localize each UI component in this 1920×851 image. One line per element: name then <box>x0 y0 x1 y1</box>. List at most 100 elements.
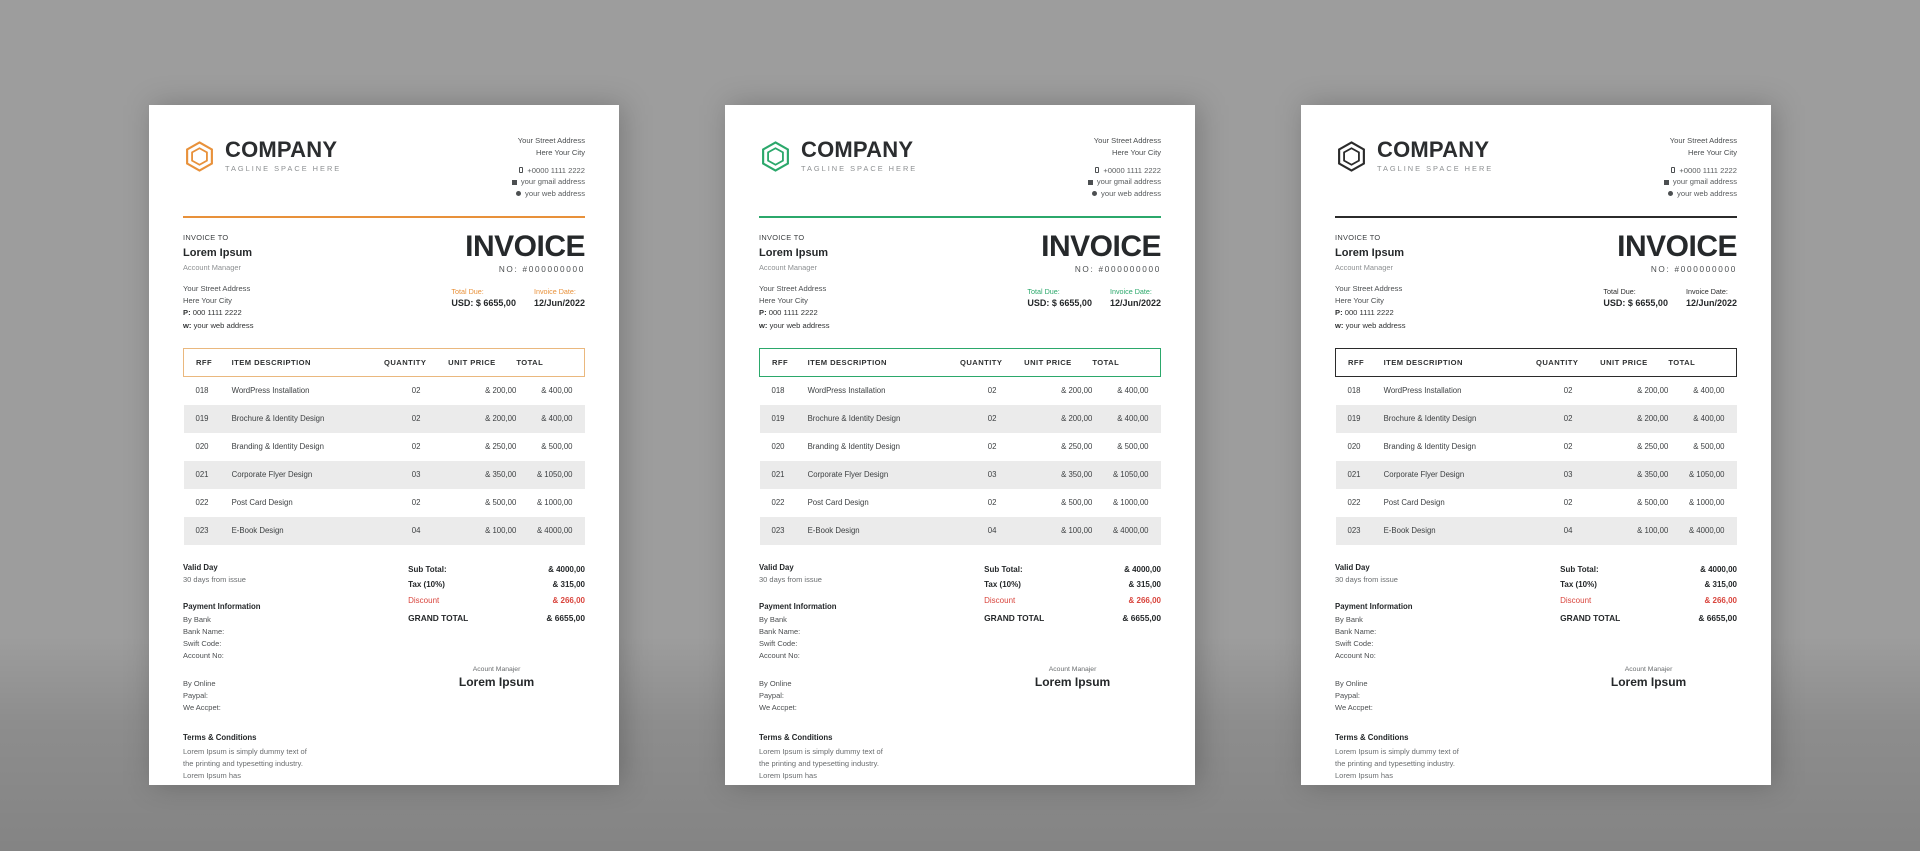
bill-to-address-line1: Your Street Address <box>183 284 251 294</box>
bill-to-address-line2: Here Your City <box>759 296 808 306</box>
cell-description: Post Card Design <box>231 498 293 508</box>
cell-quantity: 02 <box>1563 498 1573 508</box>
cell-unit-price: & 500,00 <box>1637 498 1669 508</box>
bill-to-phone-value: 000 1111 2222 <box>1344 308 1394 318</box>
table-row: 018 WordPress Installation 02 & 200,00 & 400… <box>760 376 1161 405</box>
invoice-date-label: Invoice Date: <box>533 286 576 296</box>
bill-to-web: w: your web address <box>759 320 830 332</box>
cell-total: & 400,00 <box>1693 386 1725 396</box>
cell-description: WordPress Installation <box>231 386 310 396</box>
globe-icon <box>1092 191 1098 197</box>
company-contact-list: +0000 1111 2222 your gmail address your … <box>1663 165 1737 200</box>
bill-to-client-name: Lorem Ipsum <box>759 246 829 259</box>
bill-to-client-role: Account Manager <box>183 263 241 273</box>
invoice-date-value: 12/Jun/2022 <box>1685 297 1737 308</box>
col-description: ITEM DESCRIPTION <box>231 348 384 377</box>
contact-website-value: your web address <box>525 189 585 199</box>
cell-ref: 018 <box>1347 386 1361 396</box>
cell-ref: 020 <box>1347 442 1361 452</box>
col-ref: RFF <box>759 348 808 377</box>
table-row: 019 Brochure & Identity Design 02 & 200,00 &… <box>759 404 1161 433</box>
col-ref: RFF <box>1335 348 1384 377</box>
contact-email: your gmail address <box>511 176 585 188</box>
grand-total-value: & 6655,00 <box>1698 612 1737 623</box>
table-row: 021 Corporate Flyer Design 03 & 350,00 & 105… <box>1335 460 1737 489</box>
company-address-line2: Here Your City <box>1112 147 1161 157</box>
company-contact-list: +0000 1111 2222 your gmail address your … <box>1087 165 1161 200</box>
invoice-date-cell: Invoice Date: 12/Jun/2022 <box>1110 287 1161 308</box>
company-contact-block: Your Street Address Here Your City +0000… <box>1087 133 1161 200</box>
table-row: 020 Branding & Identity Design 02 & 250,00 &… <box>184 433 585 461</box>
valid-day-heading: Valid Day <box>1335 562 1370 572</box>
cell-description: WordPress Installation <box>1383 386 1462 396</box>
terms-heading: Terms & Conditions <box>183 733 257 743</box>
cell-description: WordPress Installation <box>807 386 886 396</box>
summary-discount: Discount & 266,00 <box>408 592 585 607</box>
discount-label: Discount <box>1560 595 1592 605</box>
col-description: ITEM DESCRIPTION <box>1383 348 1536 377</box>
cell-quantity: 02 <box>411 442 421 452</box>
contact-website-value: your web address <box>1677 189 1737 199</box>
company-contact-list: +0000 1111 2222 your gmail address your … <box>511 165 585 200</box>
signature-block: Acount Manajer Lorem Ipsum <box>408 666 585 689</box>
bill-to-address: Your Street Address Here Your City <box>1335 283 1406 307</box>
signature-block: Acount Manajer Lorem Ipsum <box>984 666 1161 689</box>
cell-description: Brochure & Identity Design <box>1383 404 1536 433</box>
page-title: INVOICE <box>1041 229 1161 263</box>
bill-to-phone-label: P: <box>1335 308 1343 318</box>
cell-description: Post Card Design <box>1383 498 1445 508</box>
mail-icon <box>1087 179 1093 185</box>
invoice-sheet-dark: COMPANY TAGLINE SPACE HERE Your Street A… <box>1301 105 1771 785</box>
cell-quantity: 03 <box>960 460 1025 489</box>
contact-phone-value: +0000 1111 2222 <box>1103 165 1161 175</box>
cell-unit-price: & 250,00 <box>1637 442 1669 452</box>
total-due-label: Total Due: <box>451 286 484 296</box>
invoice-header: COMPANY TAGLINE SPACE HERE Your Street A… <box>1335 133 1737 200</box>
cell-total: & 1000,00 <box>1112 498 1149 508</box>
summary-column: Sub Total: & 4000,00 Tax (10%) & 315,00 … <box>984 562 1161 714</box>
brand-tagline: TAGLINE SPACE HERE <box>225 164 342 173</box>
subtotal-value: & 4000,00 <box>1124 564 1161 574</box>
tax-value: & 315,00 <box>1704 580 1737 590</box>
summary-discount: Discount & 266,00 <box>984 592 1161 607</box>
valid-day-text: 30 days from issue <box>1335 575 1398 585</box>
table-row: 020 Branding & Identity Design 02 & 250,00 &… <box>760 433 1161 461</box>
signature-caption: Acount Manajer <box>1048 666 1097 674</box>
cell-description: E-Book Design <box>231 516 384 545</box>
cell-ref: 023 <box>1335 516 1384 545</box>
bill-to-address-line1: Your Street Address <box>1335 284 1403 294</box>
contact-phone: +0000 1111 2222 <box>512 165 585 177</box>
signature-caption: Acount Manajer <box>472 666 521 674</box>
cell-ref: 020 <box>771 442 785 452</box>
bill-to-client-role: Account Manager <box>759 263 817 273</box>
terms-block: Terms & Conditions Lorem Ipsum is simply… <box>183 732 432 782</box>
payment-heading: Payment Information <box>183 602 261 612</box>
valid-day-heading: Valid Day <box>759 562 794 572</box>
invoice-meta-row: INVOICE TO Lorem Ipsum Account Manager Y… <box>183 231 585 332</box>
bill-to-address-line2: Here Your City <box>1335 296 1384 306</box>
invoice-number-label: NO: <box>1650 264 1671 274</box>
brand-lockup: COMPANY TAGLINE SPACE HERE <box>183 133 341 173</box>
grand-total-value: & 6655,00 <box>546 612 585 623</box>
cell-ref: 023 <box>759 516 808 545</box>
brand-tagline: TAGLINE SPACE HERE <box>1377 164 1494 173</box>
cell-ref: 021 <box>1335 460 1384 489</box>
company-address-line2: Here Your City <box>536 147 585 157</box>
terms-line-2: the printing and typesetting industry. <box>183 758 303 768</box>
line-items-header: RFF ITEM DESCRIPTION QUANTITY UNIT PRICE… <box>183 348 585 377</box>
payment-paypal: Paypal: <box>759 690 785 700</box>
terms-line-1: Lorem Ipsum is simply dummy text of <box>759 746 883 756</box>
cell-ref: 019 <box>1335 404 1384 433</box>
cell-unit-price: & 250,00 <box>1061 442 1093 452</box>
payment-accept: We Accpet: <box>759 702 797 712</box>
cell-quantity: 04 <box>960 516 1025 545</box>
summary-grand-total: GRAND TOTAL & 6655,00 <box>1560 610 1737 626</box>
cell-quantity: 02 <box>987 386 997 396</box>
cell-total: & 500,00 <box>541 442 573 452</box>
invoice-footer-row: Valid Day 30 days from issue Payment Inf… <box>759 562 1161 714</box>
bill-to-phone: P: 000 1111 2222 <box>183 307 254 319</box>
bill-to-phone-label: P: <box>183 308 191 318</box>
payment-online-heading: By Online <box>759 678 792 688</box>
